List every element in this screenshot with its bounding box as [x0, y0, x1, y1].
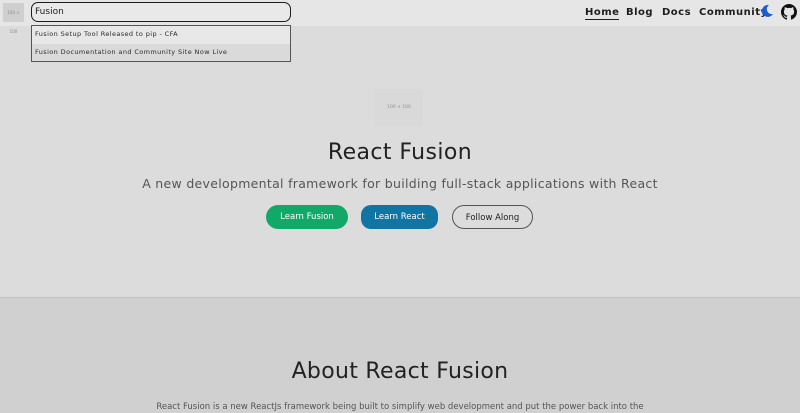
moon-icon[interactable] [760, 4, 774, 18]
learn-react-button[interactable]: Learn React [361, 205, 438, 229]
nav-blog[interactable]: Blog [626, 7, 653, 21]
about-text: React Fusion is a new ReactJs framework … [156, 402, 644, 412]
hero-title: React Fusion [327, 140, 473, 165]
search-suggestion[interactable]: Fusion Documentation and Community Site … [32, 43, 290, 61]
search-input[interactable] [31, 2, 291, 22]
hero-subtitle: A new developmental framework for buildi… [142, 176, 658, 191]
logo[interactable]: 100 × 100 [3, 3, 24, 34]
about-section: About React Fusion React Fusion is a new… [0, 297, 800, 413]
search-suggestions: Fusion Setup Tool Released to pip - CFA … [31, 25, 291, 62]
nav-community[interactable]: Community [699, 7, 768, 21]
nav-docs[interactable]: Docs [662, 7, 691, 21]
hero-image: 100 × 100 [375, 89, 423, 126]
about-title: About React Fusion [291, 359, 509, 384]
nav-home[interactable]: Home [585, 7, 620, 20]
follow-along-button[interactable]: Follow Along [452, 205, 533, 229]
search-suggestion[interactable]: Fusion Setup Tool Released to pip - CFA [32, 26, 290, 44]
learn-fusion-button[interactable]: Learn Fusion [266, 205, 348, 229]
header: 100 × 100 Home Blog Docs Community [0, 0, 800, 34]
github-icon[interactable] [781, 4, 797, 20]
